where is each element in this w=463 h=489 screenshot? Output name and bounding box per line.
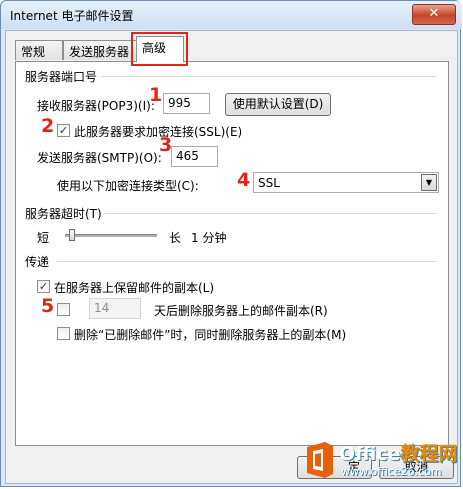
annotation-marker-1: 1	[149, 84, 163, 106]
advanced-tab-panel	[15, 61, 449, 446]
ssl-required-checkbox[interactable]: ✓	[57, 124, 70, 137]
remove-after-label: 天后删除服务器上的邮件副本(R)	[154, 304, 328, 318]
timeout-short-label: 短	[37, 231, 50, 245]
watermark-brand-main: Office	[339, 443, 401, 465]
annotation-marker-2: 2	[41, 115, 55, 137]
incoming-server-label: 接收服务器(POP3)(I):	[37, 99, 155, 113]
timeout-divider	[105, 213, 437, 214]
watermark-brand: Office教程网	[339, 439, 458, 466]
tab-highlight-box	[131, 32, 188, 66]
tab-general-label: 常规	[21, 45, 46, 59]
incoming-port-input[interactable]: 995	[163, 93, 210, 114]
timeout-slider-track[interactable]	[65, 234, 157, 237]
remove-after-checkbox[interactable]	[57, 303, 70, 316]
annotation-marker-4: 4	[237, 169, 251, 191]
title-bar[interactable]: Internet 电子邮件设置 ✕	[1, 1, 462, 29]
tab-outgoing-server[interactable]: 发送服务器	[63, 40, 137, 60]
delivery-group-label: 传递	[25, 255, 50, 269]
keep-copy-checkbox[interactable]: ✓	[37, 280, 50, 293]
outgoing-server-label: 发送服务器(SMTP)(O):	[37, 151, 162, 165]
watermark-brand-accent: 教程网	[400, 443, 458, 465]
encryption-type-label: 使用以下加密连接类型(C):	[57, 179, 199, 193]
timeout-long-label: 长	[169, 231, 182, 245]
use-default-settings-button[interactable]: 使用默认设置(D)	[225, 93, 331, 116]
annotation-marker-5: 5	[41, 295, 55, 317]
remove-deleted-label: 删除“已删除邮件”时，同时删除服务器上的副本(M)	[74, 328, 347, 342]
tab-general[interactable]: 常规	[15, 40, 63, 60]
dialog-window: Internet 电子邮件设置 ✕ 常规 发送服务器 高级 服务器端口号 接收服…	[0, 0, 463, 487]
outgoing-port-input[interactable]: 465	[171, 146, 218, 167]
server-ports-divider	[101, 76, 437, 77]
remove-deleted-checkbox[interactable]	[57, 327, 70, 340]
close-button[interactable]: ✕	[412, 4, 456, 25]
timeout-value-label: 1 分钟	[191, 231, 227, 245]
keep-copy-label: 在服务器上保留邮件的副本(L)	[54, 281, 215, 295]
timeout-group-label: 服务器超时(T)	[25, 207, 102, 221]
timeout-slider-thumb[interactable]	[69, 229, 76, 241]
delivery-divider	[57, 261, 437, 262]
close-icon: ✕	[428, 6, 440, 21]
window-title: Internet 电子邮件设置	[10, 9, 134, 23]
encryption-type-value: SSL	[258, 176, 280, 190]
tab-outgoing-server-label: 发送服务器	[69, 45, 130, 59]
office-logo-icon	[307, 442, 333, 478]
server-ports-group-label: 服务器端口号	[25, 70, 98, 84]
remove-after-days-input[interactable]: 14	[89, 298, 141, 319]
watermark-url: www.office26.com	[341, 465, 442, 478]
chevron-down-icon[interactable]: ▼	[421, 174, 437, 191]
watermark: Office教程网 www.office26.com	[301, 437, 463, 487]
encryption-type-select[interactable]: SSL ▼	[253, 172, 439, 193]
